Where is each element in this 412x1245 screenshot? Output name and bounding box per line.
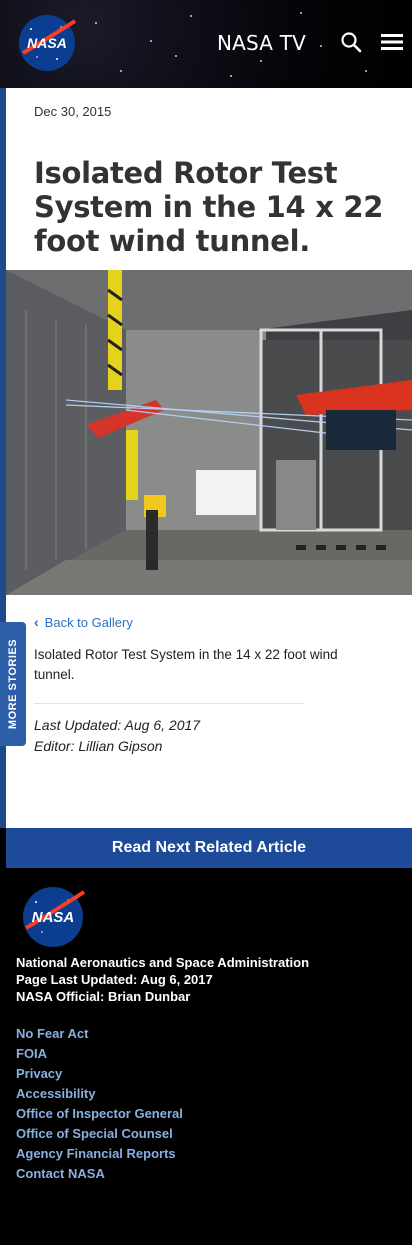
svg-text:NASA: NASA <box>32 909 75 926</box>
more-stories-label: MORE STORIES <box>7 638 19 730</box>
article-meta: Last Updated: Aug 6, 2017 Editor: Lillia… <box>34 715 200 757</box>
footer-link[interactable]: Office of Inspector General <box>16 1104 183 1124</box>
image-caption: Isolated Rotor Test System in the 14 x 2… <box>34 647 338 682</box>
site-header: NASA NASA TV <box>0 0 412 88</box>
read-next-button[interactable]: Read Next Related Article <box>6 828 412 868</box>
nasa-tv-link[interactable]: NASA TV <box>217 31 306 55</box>
footer-link[interactable]: Accessibility <box>16 1084 183 1104</box>
article-title: Isolated Rotor Test System in the 14 x 2… <box>34 156 384 258</box>
footer-link[interactable]: No Fear Act <box>16 1024 183 1044</box>
back-label: Back to Gallery <box>44 614 133 630</box>
nasa-footer-logo[interactable]: NASA <box>20 884 86 950</box>
article-panel: Dec 30, 2015 Isolated Rotor Test System … <box>6 88 412 828</box>
svg-text:NASA: NASA <box>27 35 67 51</box>
last-updated: Last Updated: Aug 6, 2017 <box>34 717 201 733</box>
editor: Editor: Lillian Gipson <box>34 738 163 754</box>
footer-link[interactable]: Privacy <box>16 1064 183 1084</box>
agency-name: National Aeronautics and Space Administr… <box>16 955 310 970</box>
footer-links: No Fear Act FOIA Privacy Accessibility O… <box>16 1024 183 1184</box>
footer-link[interactable]: Agency Financial Reports <box>16 1144 183 1164</box>
footer-link[interactable]: FOIA <box>16 1044 183 1064</box>
more-stories-tab[interactable]: MORE STORIES <box>0 622 26 746</box>
footer-link[interactable]: Contact NASA <box>16 1164 183 1184</box>
footer-info: National Aeronautics and Space Administr… <box>16 954 309 1005</box>
page-last-updated: Page Last Updated: Aug 6, 2017 <box>16 972 213 987</box>
article-image[interactable] <box>6 270 412 595</box>
nasa-official: NASA Official: Brian Dunbar <box>16 989 191 1004</box>
search-icon[interactable] <box>340 31 362 53</box>
divider <box>34 703 304 704</box>
menu-icon[interactable] <box>381 33 403 51</box>
chevron-left-icon: ‹ <box>34 614 39 630</box>
article-date: Dec 30, 2015 <box>34 104 112 119</box>
back-to-gallery-link[interactable]: ‹ Back to Gallery <box>34 614 133 630</box>
footer-link[interactable]: Office of Special Counsel <box>16 1124 183 1144</box>
nasa-logo[interactable]: NASA <box>17 13 77 73</box>
